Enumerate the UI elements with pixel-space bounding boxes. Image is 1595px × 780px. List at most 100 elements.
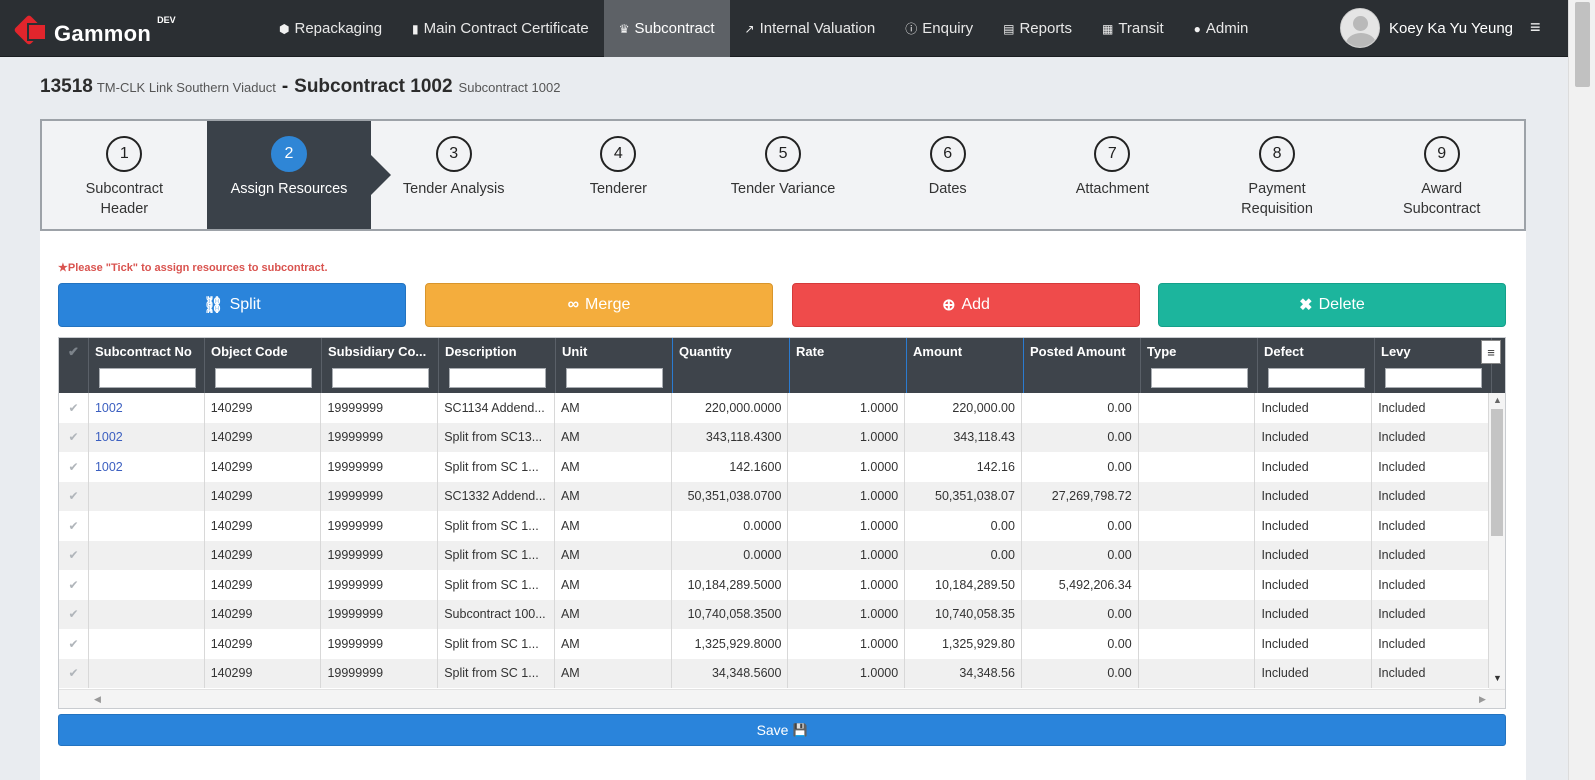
row-checkbox[interactable]: ✔ <box>59 540 89 570</box>
cell-posted-amount: 0.00 <box>1022 422 1139 452</box>
save-button[interactable]: Save 💾 <box>58 714 1506 746</box>
nav-main-contract-certificate[interactable]: ▮ Main Contract Certificate <box>397 0 604 57</box>
nav-transit[interactable]: ▦ Transit <box>1087 0 1179 57</box>
delete-button[interactable]: ✖ Delete <box>1158 283 1506 327</box>
step-payment-requisition[interactable]: 8 Payment Requisition <box>1195 121 1360 229</box>
step-tender-variance[interactable]: 5 Tender Variance <box>701 121 866 229</box>
scroll-right-icon[interactable]: ▶ <box>1479 694 1486 705</box>
cell-defect: Included <box>1255 511 1373 541</box>
brand-logo[interactable]: Gammon DEV <box>13 13 176 47</box>
row-checkbox[interactable]: ✔ <box>59 629 89 659</box>
select-all-checkbox[interactable]: ✔ <box>59 338 89 393</box>
grid-horizontal-scrollbar[interactable]: ◀ ▶ <box>59 689 1505 708</box>
table-row[interactable]: ✔ 140299 19999999 Split from SC 1... AM 1,325… <box>59 629 1489 659</box>
row-checkbox[interactable]: ✔ <box>59 452 89 482</box>
col-rate[interactable]: Rate <box>790 338 907 393</box>
cell-unit: AM <box>555 540 672 570</box>
step-assign-resources[interactable]: 2 Assign Resources <box>206 121 392 229</box>
cell-object-code: 140299 <box>205 658 322 688</box>
cell-subcontract-no <box>89 511 205 541</box>
cell-levy: Included <box>1372 511 1489 541</box>
grid-menu-icon[interactable]: ≡ <box>1481 340 1501 364</box>
grid-scrollbar-thumb[interactable] <box>1491 409 1503 536</box>
nav-internal-valuation[interactable]: ↗ Internal Valuation <box>730 0 891 57</box>
row-checkbox[interactable]: ✔ <box>59 422 89 452</box>
filter-object-code[interactable] <box>215 368 312 388</box>
cell-description: Subcontract 100... <box>438 599 555 629</box>
col-unit[interactable]: Unit <box>556 338 673 393</box>
page-scrollbar[interactable] <box>1568 0 1595 780</box>
hamburger-menu-icon[interactable]: ≡ <box>1530 18 1546 36</box>
cell-amount: 220,000.00 <box>905 393 1022 423</box>
col-type[interactable]: Type <box>1141 338 1258 393</box>
table-row[interactable]: ✔ 140299 19999999 Split from SC 1... AM 34,34… <box>59 658 1489 688</box>
cell-unit: AM <box>555 511 672 541</box>
step-dates[interactable]: 6 Dates <box>865 121 1030 229</box>
filter-description[interactable] <box>449 368 546 388</box>
scroll-up-icon[interactable]: ▲ <box>1493 395 1502 405</box>
cell-posted-amount: 0.00 <box>1022 511 1139 541</box>
row-checkbox[interactable]: ✔ <box>59 570 89 600</box>
check-icon: ✔ <box>68 344 79 359</box>
step-award-subcontract[interactable]: 9 Award Subcontract <box>1359 121 1524 229</box>
filter-subsidiary-code[interactable] <box>332 368 429 388</box>
row-checkbox[interactable]: ✔ <box>59 511 89 541</box>
col-description[interactable]: Description <box>439 338 556 393</box>
step-subcontract-header[interactable]: 1 Subcontract Header <box>42 121 207 229</box>
table-row[interactable]: ✔ 140299 19999999 Split from SC 1... AM 10,18… <box>59 570 1489 600</box>
col-subsidiary-code[interactable]: Subsidiary Co... <box>322 338 439 393</box>
col-amount[interactable]: Amount <box>907 338 1024 393</box>
row-checkbox[interactable]: ✔ <box>59 658 89 688</box>
col-defect[interactable]: Defect <box>1258 338 1375 393</box>
col-posted-amount[interactable]: Posted Amount <box>1024 338 1141 393</box>
merge-button[interactable]: ∞ Merge <box>425 283 773 327</box>
filter-levy[interactable] <box>1385 368 1482 388</box>
step-attachment[interactable]: 7 Attachment <box>1030 121 1195 229</box>
cell-subcontract-no[interactable]: 1002 <box>89 422 205 452</box>
table-row[interactable]: ✔ 1002 140299 19999999 Split from SC 1... AM 1… <box>59 452 1489 482</box>
scroll-left-icon[interactable]: ◀ <box>94 694 101 705</box>
cell-quantity: 50,351,038.0700 <box>672 481 789 511</box>
cell-subcontract-no[interactable]: 1002 <box>89 393 205 423</box>
cell-object-code: 140299 <box>205 540 322 570</box>
row-checkbox[interactable]: ✔ <box>59 481 89 511</box>
table-row[interactable]: ✔ 140299 19999999 SC1332 Addend... AM 50,351,… <box>59 481 1489 511</box>
add-button[interactable]: ⊕ Add <box>792 283 1140 327</box>
cell-subsidiary-code: 19999999 <box>321 422 439 452</box>
step-tenderer[interactable]: 4 Tenderer <box>536 121 701 229</box>
col-levy[interactable]: Levy <box>1375 338 1492 393</box>
scroll-down-icon[interactable]: ▼ <box>1493 673 1502 683</box>
row-checkbox[interactable]: ✔ <box>59 599 89 629</box>
table-row[interactable]: ✔ 140299 19999999 Split from SC 1... AM 0.000… <box>59 540 1489 570</box>
cell-subcontract-no[interactable]: 1002 <box>89 452 205 482</box>
user-menu[interactable]: Koey Ka Yu Yeung <box>1340 8 1513 48</box>
filter-type[interactable] <box>1151 368 1248 388</box>
nav-repackaging[interactable]: ⬢ Repackaging <box>264 0 397 57</box>
filter-subcontract-no[interactable] <box>99 368 196 388</box>
step-number: 5 <box>765 136 802 172</box>
step-number: 4 <box>600 136 637 172</box>
cell-rate: 1.0000 <box>788 452 906 482</box>
step-tender-analysis[interactable]: 3 Tender Analysis <box>371 121 536 229</box>
filter-defect[interactable] <box>1268 368 1365 388</box>
split-button[interactable]: ⛓ Split <box>58 283 406 327</box>
nav-reports[interactable]: ▤ Reports <box>988 0 1087 57</box>
page-scrollbar-thumb[interactable] <box>1575 2 1590 87</box>
table-row[interactable]: ✔ 1002 140299 19999999 SC1134 Addend... AM 220… <box>59 393 1489 423</box>
col-object-code[interactable]: Object Code <box>205 338 322 393</box>
nav-enquiry[interactable]: ⓘ Enquiry <box>890 0 988 57</box>
column-header: Unit <box>562 344 588 359</box>
env-badge: DEV <box>157 15 176 25</box>
cell-type <box>1139 570 1256 600</box>
nav-subcontract[interactable]: ♛ Subcontract <box>603 0 730 57</box>
table-row[interactable]: ✔ 140299 19999999 Split from SC 1... AM 0.000… <box>59 511 1489 541</box>
col-quantity[interactable]: Quantity <box>673 338 790 393</box>
table-row[interactable]: ✔ 140299 19999999 Subcontract 100... AM 10,74… <box>59 599 1489 629</box>
col-subcontract-no[interactable]: Subcontract No <box>89 338 205 393</box>
grid-vertical-scrollbar[interactable]: ▲ ▼ <box>1489 393 1505 689</box>
filter-unit[interactable] <box>566 368 663 388</box>
row-checkbox[interactable]: ✔ <box>59 393 89 423</box>
cell-subsidiary-code: 19999999 <box>321 511 439 541</box>
nav-admin[interactable]: ● Admin <box>1179 0 1264 57</box>
table-row[interactable]: ✔ 1002 140299 19999999 Split from SC13... AM 3… <box>59 422 1489 452</box>
